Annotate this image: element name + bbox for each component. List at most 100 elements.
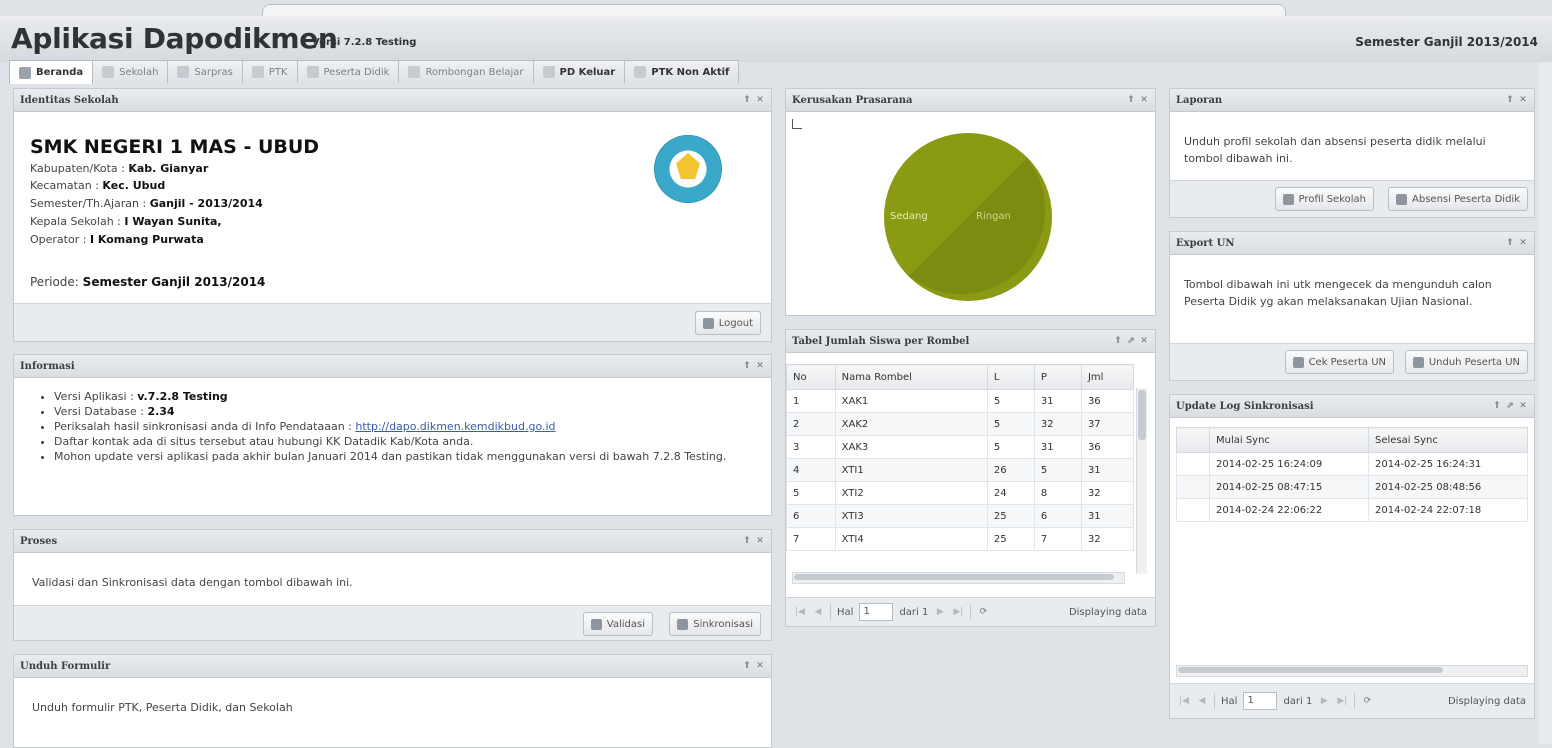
last-page-icon[interactable]: ▶| xyxy=(952,606,964,618)
cell: 6 xyxy=(1033,504,1082,528)
first-page-icon[interactable]: |◀ xyxy=(1178,695,1190,707)
page-input[interactable]: 1 xyxy=(859,603,894,621)
tab-pd-keluar[interactable]: PD Keluar xyxy=(532,60,626,83)
collapse-icon[interactable]: ⇑ xyxy=(742,536,752,546)
table-row[interactable]: 2014-02-25 08:47:15 2014-02-25 08:48:56 xyxy=(1176,475,1528,499)
pie-label-sedang: Sedang xyxy=(890,211,928,222)
tab-rombongan-belajar[interactable]: Rombongan Belajar xyxy=(398,60,534,83)
collapse-icon[interactable]: ⇑ xyxy=(742,361,752,371)
panel-header: Export UN ⇑ ✕ xyxy=(1170,232,1534,255)
unduh-peserta-un-button[interactable]: Unduh Peserta UN xyxy=(1404,350,1528,374)
kerusakan-pie-chart: Sedang Ringan xyxy=(884,133,1052,301)
collapse-icon[interactable]: ⇑ xyxy=(1492,401,1502,411)
last-page-icon[interactable]: ▶| xyxy=(1336,695,1348,707)
cell: 37 xyxy=(1080,412,1135,436)
panel-footer: Validasi Sinkronisasi xyxy=(14,605,771,640)
collapse-icon[interactable]: ⇑ xyxy=(1113,336,1123,346)
close-icon[interactable]: ✕ xyxy=(755,661,765,671)
scroll-thumb[interactable] xyxy=(1178,667,1443,673)
synclog-horizontal-scrollbar[interactable] xyxy=(1176,665,1528,677)
close-icon[interactable]: ✕ xyxy=(1518,238,1528,248)
close-icon[interactable]: ✕ xyxy=(755,536,765,546)
kecamatan-value: Kec. Ubud xyxy=(102,179,166,192)
table-row[interactable]: 2014-02-25 16:24:09 2014-02-25 16:24:31 xyxy=(1176,452,1528,476)
table-row[interactable]: 5 XTI2 24 8 32 xyxy=(786,481,1135,505)
maximize-icon[interactable]: ⇗ xyxy=(1505,401,1515,411)
panel-header: Informasi ⇑ ✕ xyxy=(14,355,771,378)
separator xyxy=(1354,693,1356,709)
validasi-button[interactable]: Validasi xyxy=(582,612,653,636)
cell: 7 xyxy=(1033,527,1082,551)
cell: 1 xyxy=(786,389,836,413)
absensi-button[interactable]: Absensi Peserta Didik xyxy=(1388,187,1528,211)
sinkronisasi-button[interactable]: Sinkronisasi xyxy=(669,612,761,636)
dapo-link[interactable]: http://dapo.dikmen.kemdikbud.go.id xyxy=(355,420,555,433)
col-header-jml[interactable]: Jml xyxy=(1080,364,1135,390)
cell: 25 xyxy=(986,504,1035,528)
cell xyxy=(1176,452,1210,476)
col-header-p[interactable]: P xyxy=(1033,364,1082,390)
table-row[interactable]: 2014-02-24 22:06:22 2014-02-24 22:07:18 xyxy=(1176,498,1528,522)
logout-button[interactable]: Logout xyxy=(694,311,761,335)
cell: 31 xyxy=(1080,504,1135,528)
kecamatan-label: Kecamatan : xyxy=(30,179,99,192)
cell: 31 xyxy=(1033,435,1082,459)
table-row[interactable]: 6 XTI3 25 6 31 xyxy=(786,504,1135,528)
close-icon[interactable]: ✕ xyxy=(1518,401,1528,411)
table-row[interactable]: 4 XTI1 26 5 31 xyxy=(786,458,1135,482)
col-header-nama-rombel[interactable]: Nama Rombel xyxy=(834,364,988,390)
tab-ptk-non-aktif[interactable]: PTK Non Aktif xyxy=(624,60,740,83)
collapse-icon[interactable]: ⇑ xyxy=(742,661,752,671)
refresh-icon[interactable]: ⟳ xyxy=(977,606,989,618)
maximize-icon[interactable]: ⇗ xyxy=(1126,336,1136,346)
col-header-mulai-sync[interactable]: Mulai Sync xyxy=(1209,427,1369,453)
table-row[interactable]: 1 XAK1 5 31 36 xyxy=(786,389,1135,413)
prev-page-icon[interactable]: ◀ xyxy=(812,606,824,618)
tab-label: PTK xyxy=(268,66,288,78)
collapse-icon[interactable]: ⇑ xyxy=(742,95,752,105)
col-header-selesai-sync[interactable]: Selesai Sync xyxy=(1368,427,1528,453)
scroll-thumb[interactable] xyxy=(1138,390,1146,440)
first-page-icon[interactable]: |◀ xyxy=(794,606,806,618)
close-icon[interactable]: ✕ xyxy=(1518,95,1528,105)
tab-peserta-didik[interactable]: Peserta Didik xyxy=(296,60,400,83)
col-header-no[interactable]: No xyxy=(786,364,836,390)
collapse-icon[interactable]: ⇑ xyxy=(1505,95,1515,105)
cell xyxy=(1176,475,1210,499)
synclog-table: Mulai Sync Selesai Sync 2014-02-25 16:24… xyxy=(1176,427,1528,522)
col-header-l[interactable]: L xyxy=(986,364,1035,390)
app-version: Versi 7.2.8 Testing xyxy=(312,37,417,48)
export-un-text: Tombol dibawah ini utk mengecek da mengu… xyxy=(1184,278,1492,308)
periksa-text: Periksalah hasil sinkronisasi anda di In… xyxy=(54,420,352,433)
profil-sekolah-button[interactable]: Profil Sekolah xyxy=(1274,187,1374,211)
panel-title: Identitas Sekolah xyxy=(20,94,119,106)
collapse-icon[interactable]: ⇑ xyxy=(1505,238,1515,248)
page-vertical-scrollbar[interactable] xyxy=(1538,62,1552,744)
close-icon[interactable]: ✕ xyxy=(755,95,765,105)
next-page-icon[interactable]: ▶ xyxy=(934,606,946,618)
table-row[interactable]: 7 XTI4 25 7 32 xyxy=(786,527,1135,551)
page-input[interactable]: 1 xyxy=(1243,692,1278,710)
tab-beranda[interactable]: Beranda xyxy=(9,60,94,84)
close-icon[interactable]: ✕ xyxy=(1139,336,1149,346)
refresh-icon[interactable]: ⟳ xyxy=(1361,695,1373,707)
rombel-horizontal-scrollbar[interactable] xyxy=(792,572,1125,584)
table-row[interactable]: 3 XAK3 5 31 36 xyxy=(786,435,1135,459)
tab-sarpras[interactable]: Sarpras xyxy=(167,60,243,83)
prev-page-icon[interactable]: ◀ xyxy=(1196,695,1208,707)
next-page-icon[interactable]: ▶ xyxy=(1318,695,1330,707)
cell: XTI4 xyxy=(834,527,988,551)
cek-peserta-un-button[interactable]: Cek Peserta UN xyxy=(1284,350,1394,374)
tab-sekolah[interactable]: Sekolah xyxy=(92,60,169,83)
scroll-thumb[interactable] xyxy=(794,574,1114,580)
list-item: Daftar kontak ada di situs tersebut atau… xyxy=(54,434,774,449)
table-row[interactable]: 2 XAK2 5 32 37 xyxy=(786,412,1135,436)
rombel-vertical-scrollbar[interactable] xyxy=(1136,388,1147,574)
close-icon[interactable]: ✕ xyxy=(755,361,765,371)
close-icon[interactable]: ✕ xyxy=(1139,95,1149,105)
school-logo xyxy=(654,135,722,203)
semester-label: Semester/Th.Ajaran : xyxy=(30,197,147,210)
collapse-icon[interactable]: ⇑ xyxy=(1126,95,1136,105)
tab-ptk[interactable]: PTK xyxy=(241,60,298,83)
logout-label: Logout xyxy=(718,317,753,329)
